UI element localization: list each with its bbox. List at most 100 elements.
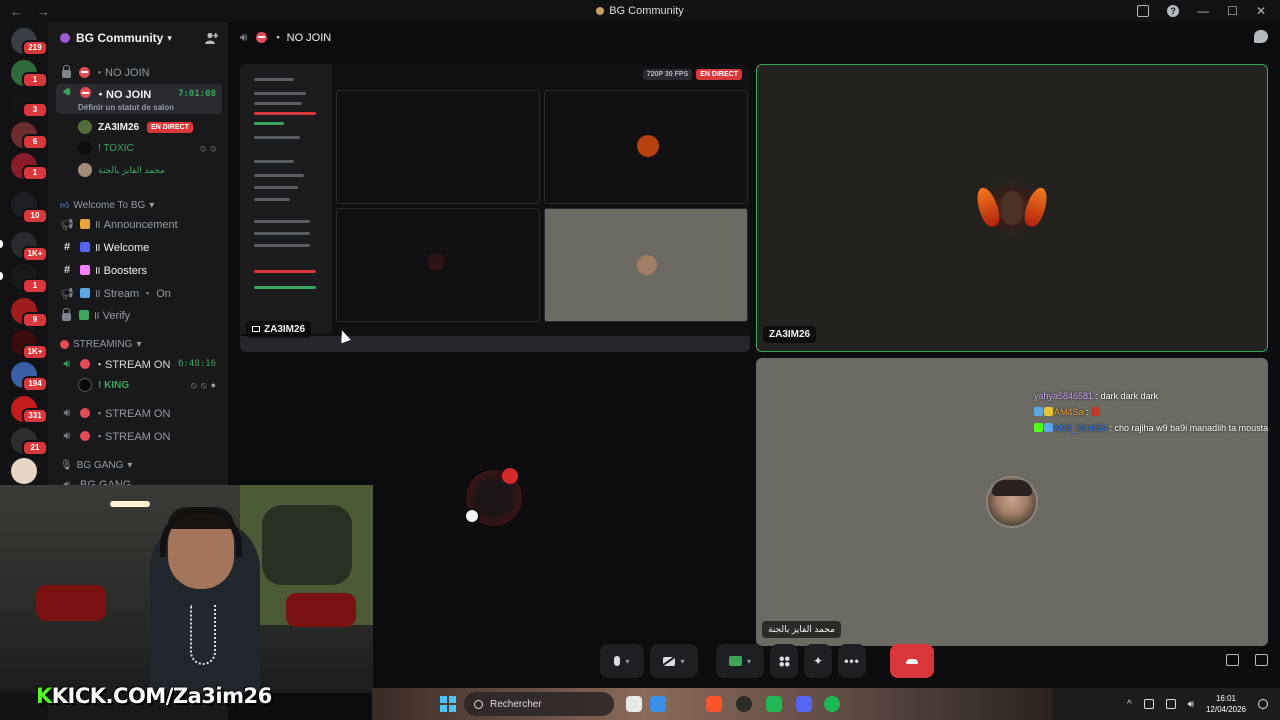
screen-share-icon: [728, 656, 742, 666]
inbox-icon[interactable]: [1137, 5, 1150, 17]
server-badge: 1: [22, 165, 48, 181]
chevron-down-icon: ▾: [167, 32, 172, 43]
category-bg-gang[interactable]: 🎙︎ BG GANG ▾: [60, 460, 132, 471]
clock[interactable]: 16:01 12/04/2026: [1206, 693, 1246, 715]
call-stage: 720P 30 FPS EN DIRECT ZA3IM26 ZA3IM26 مح…: [228, 52, 1280, 688]
channel-stream-on[interactable]: 📢︎ ॥ Stream ・ On: [56, 282, 222, 304]
hang-up-button[interactable]: [890, 644, 934, 678]
chat-text: :: [1086, 407, 1089, 417]
shared-line: [254, 232, 310, 235]
badge-icon: [1034, 407, 1043, 416]
chevron-down-icon[interactable]: ▾: [625, 657, 629, 666]
kick-logo: K: [36, 684, 52, 708]
necklace: [190, 605, 216, 665]
username: ZA3IM26: [98, 121, 140, 133]
stream-info: 720P 30 FPS EN DIRECT: [642, 69, 742, 80]
category-streaming[interactable]: STREAMING ▾: [60, 339, 141, 350]
chevron-up-icon[interactable]: ^: [1127, 699, 1132, 710]
username: محمد الفايز بالجنة: [98, 164, 165, 175]
back-arrow-icon[interactable]: ←: [10, 4, 23, 19]
channel-verify[interactable]: ॥ Verify: [56, 304, 222, 326]
shared-line: [254, 174, 304, 177]
volume-icon[interactable]: 🔊︎: [1188, 699, 1194, 710]
chevron-down-icon: ▾: [149, 200, 155, 211]
mute-icon: ⦸: [200, 142, 207, 153]
participant-nametag: محمد الفايز بالجنة: [762, 621, 841, 638]
channel-announcement[interactable]: 📢︎ ॥ Announcement: [56, 213, 222, 235]
red-burst-icon: [502, 468, 518, 484]
add-member-icon[interactable]: [205, 32, 218, 44]
server-icon[interactable]: [11, 458, 37, 484]
channel-boosters[interactable]: # ॥ Boosters: [56, 259, 222, 281]
spotify-icon[interactable]: [824, 696, 840, 712]
chat-text: : cho rajlha w9 ba9i manadlih ta moustac…: [1109, 423, 1268, 433]
voice-channel-stream-on[interactable]: 🔊︎ ・STREAM ON 6:48:16: [56, 353, 222, 375]
thumbs-up-icon: 👍︎: [60, 200, 70, 210]
voice-channel-locked[interactable]: ・NO JOIN: [56, 61, 222, 83]
chevron-down-icon[interactable]: ▾: [680, 657, 684, 666]
server-badge: 1K+: [22, 246, 48, 262]
live-badge: EN DIRECT: [147, 121, 193, 133]
voice-user[interactable]: ZA3IM26 EN DIRECT: [78, 117, 222, 137]
guild-header[interactable]: BG Community ▾: [48, 22, 228, 54]
more-button[interactable]: •••: [838, 644, 866, 678]
edge-icon[interactable]: [650, 696, 666, 712]
voice-channel-stream-on[interactable]: 🔊︎ ・STREAM ON: [56, 425, 222, 447]
brave-icon[interactable]: [706, 696, 722, 712]
forward-arrow-icon[interactable]: →: [37, 4, 50, 19]
avatar: [637, 255, 657, 275]
obs-icon[interactable]: [736, 696, 752, 712]
megaphone-icon: 📢︎: [60, 218, 74, 231]
screen-share-tile[interactable]: 720P 30 FPS EN DIRECT ZA3IM26: [240, 64, 750, 352]
shared-line: [254, 186, 298, 189]
server-badge: 194: [22, 376, 48, 392]
participant-tile-speaking[interactable]: ZA3IM26: [756, 64, 1268, 352]
avatar: [78, 141, 92, 155]
minimize-button[interactable]: —: [1197, 4, 1209, 18]
voice-user[interactable]: ! TOXIC ⦸ ⦸: [78, 138, 222, 158]
participant-tile[interactable]: محمد الفايز بالجنة yahya5846581 : dark d…: [756, 358, 1268, 646]
shared-line: [254, 244, 310, 247]
app-icon[interactable]: [766, 696, 782, 712]
channel-name: ・STREAM ON: [94, 405, 170, 421]
voice-user[interactable]: ! KING ⦸ ⦸ ●: [78, 375, 222, 395]
file-explorer-icon[interactable]: [626, 696, 642, 712]
microphone-button[interactable]: ▾: [600, 644, 644, 678]
clock-date: 12/04/2026: [1205, 705, 1246, 714]
help-icon[interactable]: ?: [1167, 5, 1180, 17]
windows-start-icon[interactable]: [440, 696, 456, 712]
microphone-icon[interactable]: [1143, 699, 1154, 709]
camera-button[interactable]: ▾: [650, 644, 698, 678]
voice-channel-active[interactable]: 🔊︎ ・NO JOIN 7:01:08 Définir un statut de…: [56, 84, 222, 114]
system-tray: ^ 🔊︎ 16:01 12/04/2026: [1127, 688, 1280, 720]
category-welcome[interactable]: 👍︎ Welcome To BG ▾: [60, 200, 154, 211]
chevron-down-icon[interactable]: ▾: [747, 657, 751, 666]
screen-share-button[interactable]: ▾: [716, 644, 764, 678]
channel-welcome[interactable]: # ॥ Welcome: [56, 236, 222, 258]
voice-channel-stream-on[interactable]: 🔊︎ ・STREAM ON: [56, 402, 222, 424]
channel-label: ॥ Stream ・ On: [94, 288, 171, 300]
speaker-icon: 🔊︎: [63, 429, 71, 442]
shared-line: [254, 286, 316, 289]
soundboard-button[interactable]: ✦: [804, 644, 832, 678]
chat-bubble-icon[interactable]: [1254, 30, 1268, 43]
shared-line: [254, 136, 300, 139]
pop-out-icon[interactable]: [1226, 654, 1239, 666]
voice-user[interactable]: محمد الفايز بالجنة: [78, 160, 222, 180]
channel-label: ॥ Boosters: [94, 264, 148, 277]
red-sofa: [36, 585, 106, 621]
set-status-link[interactable]: Définir un statut de salon: [78, 103, 174, 112]
fullscreen-icon[interactable]: [1255, 654, 1268, 666]
maximize-button[interactable]: ☐: [1227, 4, 1238, 18]
network-icon[interactable]: [1165, 699, 1176, 709]
close-button[interactable]: ✕: [1256, 4, 1266, 18]
channel-header: 🔊︎ ・ NO JOIN: [228, 22, 1280, 52]
bullet: ・: [95, 89, 106, 101]
activities-button[interactable]: [770, 644, 798, 678]
discord-icon[interactable]: [796, 696, 812, 712]
shared-line: [254, 160, 294, 163]
notifications-icon[interactable]: [1258, 699, 1268, 709]
taskbar-search[interactable]: Rechercher: [464, 692, 614, 716]
